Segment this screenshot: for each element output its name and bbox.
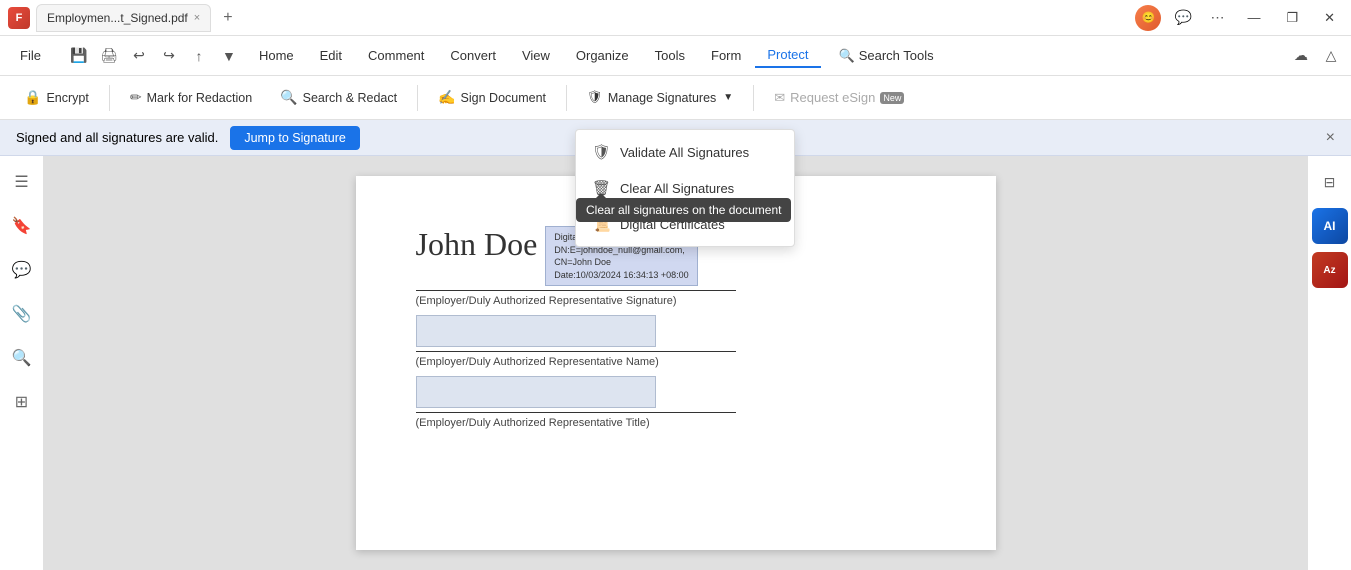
manage-signatures-dropdown: 🛡 Validate All Signatures 🗑 Clear All Si…	[575, 129, 795, 247]
titlebar: F Employmen...t_Signed.pdf × + 😊 💬 ⋯ — ❐…	[0, 0, 1351, 36]
ai-assistant-icon[interactable]: AI	[1312, 208, 1348, 244]
sidebar-icon-pages[interactable]: ☰	[4, 164, 40, 200]
new-tab-button[interactable]: +	[217, 7, 238, 29]
manage-signatures-container: 🛡 Manage Signatures ▼ 🛡 Validate All Sig…	[575, 85, 745, 110]
menu-protect[interactable]: Protect	[755, 43, 820, 68]
notification-close-button[interactable]: ×	[1326, 129, 1335, 147]
jump-to-signature-button[interactable]: Jump to Signature	[230, 126, 359, 150]
validate-all-label: Validate All Signatures	[620, 145, 749, 160]
share-icon[interactable]: ↑	[187, 44, 211, 68]
menu-form[interactable]: Form	[699, 44, 753, 67]
clear-all-label: Clear All Signatures	[620, 181, 734, 196]
chevron-down-icon: ▼	[723, 92, 733, 103]
print-icon[interactable]: 🖨	[97, 44, 121, 68]
separator-2	[417, 85, 418, 111]
close-button[interactable]: ✕	[1316, 8, 1343, 28]
menu-view[interactable]: View	[510, 44, 562, 67]
left-sidebar: ☰ 🔖 💬 📎 🔍 ⊞	[0, 156, 44, 570]
separator-4	[753, 85, 754, 111]
sidebar-icon-attachments[interactable]: 📎	[4, 296, 40, 332]
upload-icons: ☁ △	[1289, 44, 1343, 68]
active-tab[interactable]: Employmen...t_Signed.pdf ×	[36, 4, 211, 32]
profile-avatar[interactable]: 😊	[1135, 5, 1161, 31]
redo-icon[interactable]: ↪	[157, 44, 181, 68]
search-tools-button[interactable]: 🔍 Search Tools	[827, 44, 946, 68]
sidebar-icon-search[interactable]: 🔍	[4, 340, 40, 376]
menubar: File 💾 🖨 ↩ ↪ ↑ ▼ Home Edit Comment Conve…	[0, 36, 1351, 76]
menu-convert[interactable]: Convert	[438, 44, 508, 67]
more-options-icon[interactable]: ⋯	[1205, 6, 1229, 30]
titlebar-right: 😊 💬 ⋯ — ❐ ✕	[1135, 5, 1343, 31]
tab-title: Employmen...t_Signed.pdf	[47, 11, 188, 25]
menu-edit[interactable]: Edit	[308, 44, 354, 67]
titlebar-left: F Employmen...t_Signed.pdf × +	[8, 4, 239, 32]
manage-signatures-button[interactable]: 🛡 Manage Signatures ▼	[575, 85, 745, 110]
more-tools-icon[interactable]: ▼	[217, 44, 241, 68]
employer-name-label: (Employer/Duly Authorized Representative…	[416, 356, 936, 368]
employer-title-line	[416, 412, 736, 413]
signature-section: John Doe Digital Signer:John Doe DN:E=jo…	[416, 226, 936, 429]
encrypt-button[interactable]: 🔒 Encrypt	[12, 84, 101, 111]
app-icon: F	[8, 7, 30, 29]
sidebar-filter-icon[interactable]: ⊟	[1312, 164, 1348, 200]
search-redact-button[interactable]: 🔍 Search & Redact	[268, 84, 409, 111]
clear-all-signatures-item[interactable]: 🗑 Clear All Signatures Clear all signatu…	[576, 170, 794, 206]
upload-icon[interactable]: ☁	[1289, 44, 1313, 68]
employer-name-field	[416, 315, 656, 347]
manage-sig-icon: 🛡	[587, 90, 603, 105]
toolbar-quick-icons: 💾 🖨 ↩ ↪ ↑ ▼	[67, 44, 241, 68]
restore-button[interactable]: ❐	[1278, 8, 1306, 28]
undo-icon[interactable]: ↩	[127, 44, 151, 68]
signature-name: John Doe	[416, 226, 538, 263]
notifications-icon[interactable]: 💬	[1171, 6, 1195, 30]
minimize-button[interactable]: —	[1239, 8, 1268, 27]
employer-title-label: (Employer/Duly Authorized Representative…	[416, 417, 936, 429]
search-redact-icon: 🔍	[280, 89, 297, 106]
menu-file[interactable]: File	[8, 44, 53, 67]
separator-3	[566, 85, 567, 111]
protect-toolbar: 🔒 Encrypt ✏ Mark for Redaction 🔍 Search …	[0, 76, 1351, 120]
signature-line	[416, 290, 736, 291]
esign-icon: ✉	[774, 90, 785, 106]
menu-comment[interactable]: Comment	[356, 44, 436, 67]
sidebar-icon-bookmarks[interactable]: 🔖	[4, 208, 40, 244]
employer-sig-label: (Employer/Duly Authorized Representative…	[416, 295, 936, 307]
sidebar-icon-layers[interactable]: ⊞	[4, 384, 40, 420]
clear-signatures-tooltip: Clear all signatures on the document	[576, 198, 791, 222]
search-tools-label: Search Tools	[859, 48, 934, 63]
request-esign-button[interactable]: ✉ Request eSign New	[762, 85, 916, 111]
mark-redaction-button[interactable]: ✏ Mark for Redaction	[118, 84, 264, 111]
right-sidebar: ⊟ AI Az	[1307, 156, 1351, 570]
notification-text: Signed and all signatures are valid.	[16, 130, 218, 145]
shield-check-icon: 🛡	[592, 143, 610, 161]
menu-tools[interactable]: Tools	[643, 44, 697, 67]
lock-icon: 🔒	[24, 89, 41, 106]
menu-organize[interactable]: Organize	[564, 44, 641, 67]
mark-icon: ✏	[130, 89, 142, 106]
separator-1	[109, 85, 110, 111]
close-tab-button[interactable]: ×	[194, 12, 200, 24]
new-badge: New	[880, 92, 904, 104]
sign-icon: ✍	[438, 89, 455, 106]
employer-title-field	[416, 376, 656, 408]
sign-document-button[interactable]: ✍ Sign Document	[426, 84, 558, 111]
menu-home[interactable]: Home	[247, 44, 306, 67]
validate-all-signatures-item[interactable]: 🛡 Validate All Signatures	[576, 134, 794, 170]
az-assistant-icon[interactable]: Az	[1312, 252, 1348, 288]
save-icon[interactable]: 💾	[67, 44, 91, 68]
sidebar-icon-comments[interactable]: 💬	[4, 252, 40, 288]
collapse-icon[interactable]: △	[1319, 44, 1343, 68]
employer-name-line	[416, 351, 736, 352]
